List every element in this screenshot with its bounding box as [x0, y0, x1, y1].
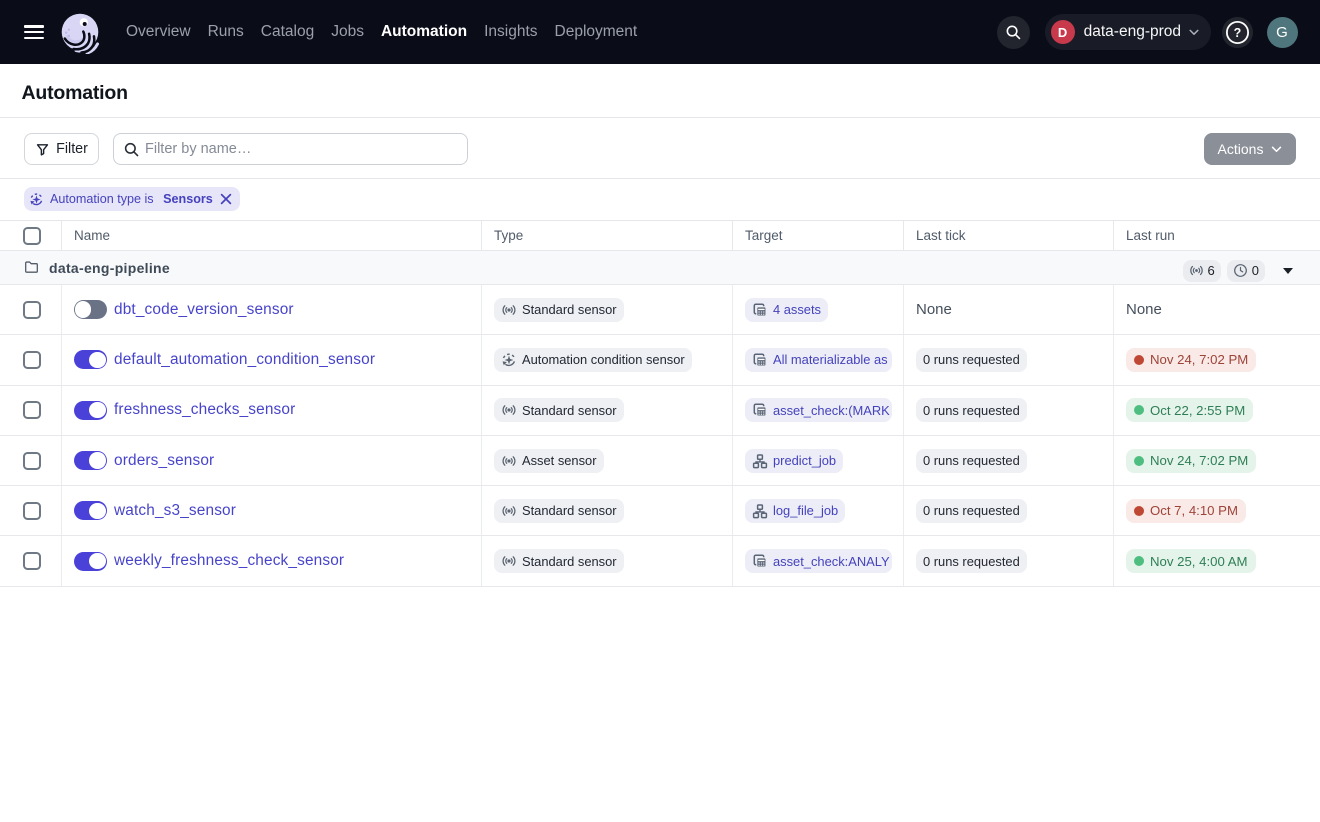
svg-text:?: ?: [1233, 26, 1241, 40]
